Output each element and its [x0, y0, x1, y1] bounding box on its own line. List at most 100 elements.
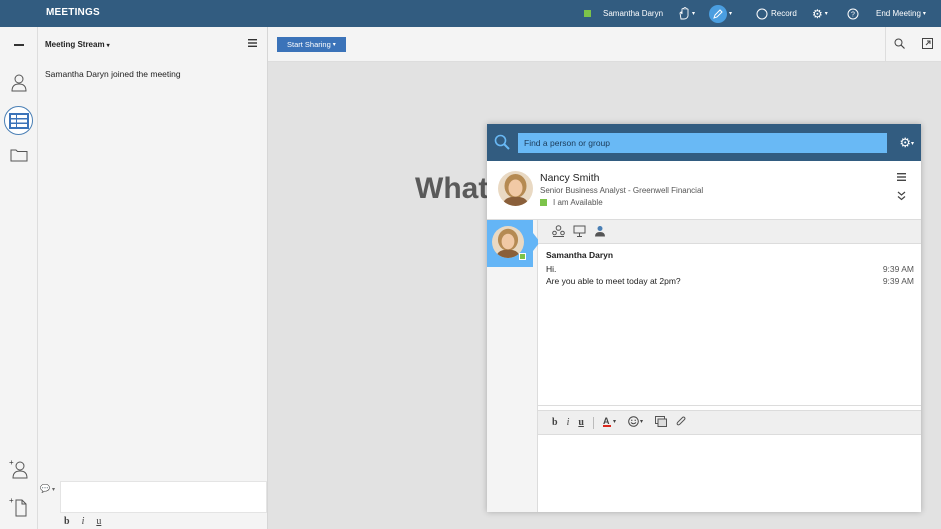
collapse-button[interactable] [0, 44, 38, 47]
svg-text:▾: ▾ [640, 419, 643, 425]
zoom-button[interactable] [894, 38, 906, 51]
call-button[interactable] [594, 225, 607, 239]
start-sharing-label: Start Sharing [287, 40, 331, 49]
meeting-stream-panel: Meeting Stream ▾ Samantha Daryn joined th… [38, 27, 268, 529]
popout-button[interactable] [921, 38, 933, 51]
message-time: 9:39 AM [882, 264, 914, 274]
contact-card: Nancy Smith Senior Business Analyst - Gr… [487, 161, 921, 220]
message-time: 9:39 AM [882, 276, 914, 286]
bold-button[interactable]: b [64, 516, 70, 527]
svg-text:A: A [603, 416, 610, 426]
conversation-list [487, 220, 540, 512]
screen-capture-button[interactable] [654, 415, 667, 430]
end-meeting-button[interactable]: End Meeting ▾ [876, 0, 926, 27]
files-button[interactable] [0, 149, 38, 162]
stream-message: Samantha Daryn joined the meeting [45, 69, 181, 79]
magnifier-icon [894, 38, 906, 49]
available-status-icon [540, 199, 547, 206]
settings-button[interactable]: ⚙ ▾ [812, 0, 828, 27]
availability-status-icon [584, 0, 591, 27]
chat-message: Are you able to meet today at 2pm? 9:39 … [546, 276, 914, 286]
toolbar-divider [592, 416, 594, 429]
person-call-icon [595, 225, 605, 236]
person-icon [11, 74, 27, 92]
italic-button[interactable]: i [567, 417, 570, 428]
left-rail: + + [0, 27, 38, 529]
contact-avatar[interactable] [498, 171, 533, 206]
font-color-button[interactable]: A ▾ [602, 416, 619, 430]
available-status-icon [519, 253, 526, 260]
stream-menu-button[interactable] [248, 39, 257, 49]
font-color-icon: A ▾ [602, 416, 616, 427]
stream-header-label: Meeting Stream [45, 40, 105, 49]
annotate-button[interactable]: ▾ [709, 0, 732, 27]
chat-message: Hi. 9:39 AM [546, 264, 914, 274]
chat-transcript: Samantha Daryn Hi. 9:39 AM Are you able … [538, 244, 921, 406]
contact-status: I am Available [540, 198, 603, 207]
gear-icon: ⚙ [812, 6, 823, 21]
stream-list-icon [8, 112, 29, 129]
chat-format-toolbar: b i u A ▾ ▾ [538, 410, 921, 435]
minimize-icon [14, 44, 24, 46]
contact-title: Senior Business Analyst - Greenwell Fina… [540, 186, 704, 195]
hamburger-icon [897, 173, 906, 181]
underline-button[interactable]: u [578, 417, 584, 428]
conversation-item[interactable] [487, 220, 533, 267]
share-screen-button[interactable] [573, 225, 586, 239]
chat-tools [538, 220, 921, 244]
chat-reply-input[interactable] [538, 435, 921, 512]
emoji-menu-button[interactable]: 💬 ▾ [40, 483, 55, 493]
message-text: Are you able to meet today at 2pm? [546, 276, 681, 286]
app-title: MEETINGS [46, 7, 100, 18]
emoticon-button[interactable]: ▾ [628, 415, 646, 430]
add-file-icon: + [9, 497, 27, 517]
message-sender: Samantha Daryn [546, 250, 614, 260]
end-meeting-label: End Meeting [876, 9, 921, 18]
chat-window: Find a person or group ⚙ ▾ Nancy Smith Se… [487, 124, 921, 512]
gear-icon: ⚙ [899, 135, 911, 150]
start-sharing-button[interactable]: Start Sharing ▾ [277, 37, 346, 52]
people-icon [552, 224, 565, 237]
raise-hand-icon[interactable]: ▾ [678, 0, 695, 27]
top-bar: MEETINGS Samantha Daryn ▾ ▾ Record ⚙ ▾ ? … [0, 0, 941, 27]
hamburger-icon [248, 39, 257, 47]
svg-text:+: + [9, 459, 14, 467]
record-icon [756, 8, 768, 19]
bold-button[interactable]: b [552, 417, 558, 428]
contact-menu-button[interactable] [897, 173, 906, 183]
underline-button[interactable]: u [96, 516, 101, 527]
popout-icon [921, 38, 933, 49]
svg-text:▾: ▾ [613, 419, 616, 425]
paperclip-icon [676, 416, 686, 425]
help-icon: ? [847, 8, 859, 19]
contact-status-text: I am Available [553, 198, 603, 207]
record-label: Record [771, 9, 797, 18]
expand-contact-button[interactable] [897, 191, 906, 204]
stage-headline: What [415, 172, 489, 205]
record-button[interactable]: Record [756, 0, 797, 27]
contact-name: Nancy Smith [540, 172, 600, 184]
stream-header[interactable]: Meeting Stream ▾ [45, 40, 110, 49]
help-button[interactable]: ? [847, 0, 859, 27]
add-file-button[interactable]: + [0, 497, 38, 517]
chat-bubble-icon: 💬 [40, 484, 50, 493]
message-text: Hi. [546, 264, 557, 274]
svg-text:?: ? [851, 11, 855, 18]
stream-composer: 💬 ▾ b i u [38, 481, 267, 529]
meeting-stream-button[interactable] [4, 106, 33, 135]
chat-settings-button[interactable]: ⚙ ▾ [899, 135, 914, 151]
stream-message-input[interactable] [60, 481, 267, 513]
presentation-icon [573, 225, 586, 237]
attach-file-button[interactable] [676, 416, 687, 430]
participants-button[interactable] [0, 74, 38, 92]
folder-icon [10, 149, 28, 162]
add-person-icon: + [9, 459, 28, 479]
find-person-input[interactable]: Find a person or group [518, 133, 887, 153]
double-chevron-down-icon [897, 191, 906, 201]
italic-button[interactable]: i [82, 516, 85, 527]
user-name[interactable]: Samantha Daryn [603, 0, 663, 27]
invite-to-meeting-button[interactable] [552, 224, 565, 239]
add-person-button[interactable]: + [0, 459, 38, 479]
smiley-icon: ▾ [628, 415, 643, 427]
search-icon[interactable] [494, 134, 510, 150]
